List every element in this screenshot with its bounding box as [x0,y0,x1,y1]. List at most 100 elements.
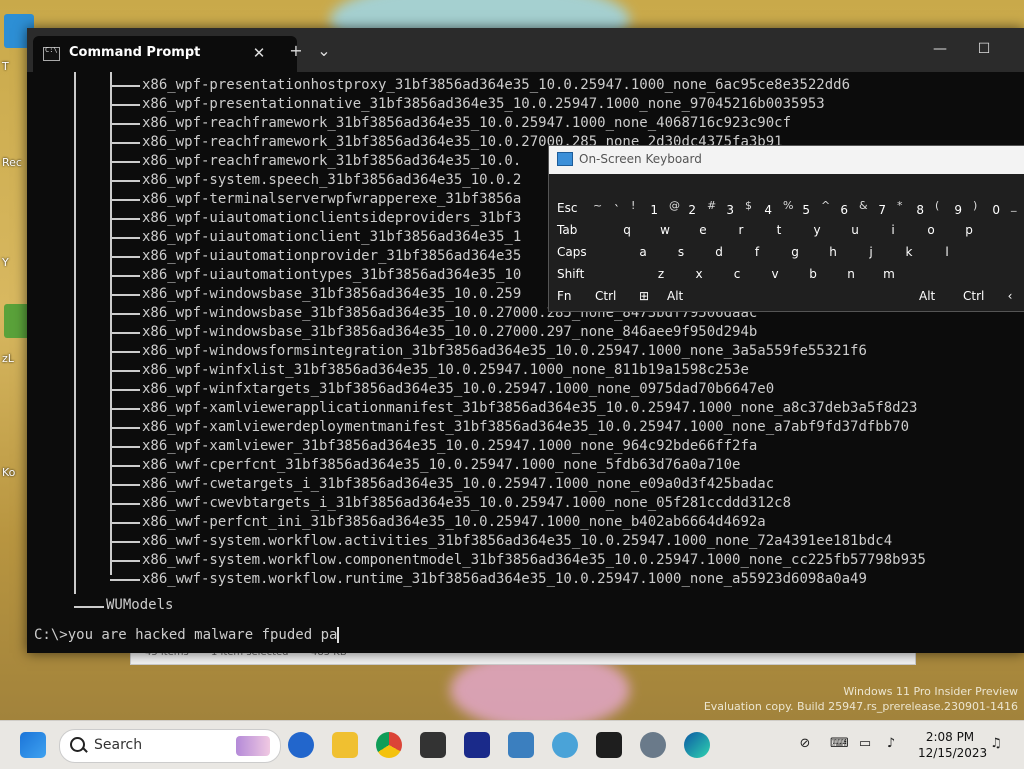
minimize-button[interactable]: — [917,32,963,66]
tree-branch [110,484,140,486]
key[interactable]: s [663,242,699,262]
notification-bell-icon[interactable]: ♫ [987,736,1005,752]
key[interactable]: (9 [931,198,967,218]
tree-entry: x86_wpf-winfxtargets_31bf3856ad364e35_10… [142,381,775,397]
key[interactable]: p [951,220,987,240]
key[interactable]: a [625,242,661,262]
tree-branch [110,218,140,220]
key[interactable]: @2 [665,198,701,218]
tree-entry: x86_wwf-system.workflow.runtime_31bf3856… [142,571,867,587]
tab-dropdown-button[interactable]: ⌄ [311,38,337,64]
key-shift[interactable]: Shift [551,264,643,284]
key[interactable]: e [685,220,721,240]
key-main-label: 0 [992,203,1000,217]
windows-key-icon[interactable]: ⊞ [633,286,655,306]
network-off-icon[interactable]: ⊘ [796,736,814,752]
volume-icon[interactable]: ♪ [882,736,900,752]
tab-command-prompt[interactable]: Command Prompt ✕ [33,36,297,72]
tree-branch [110,199,140,201]
key[interactable]: c [719,264,755,284]
key[interactable]: z [643,264,679,284]
key[interactable]: $4 [741,198,777,218]
key[interactable]: h [815,242,851,262]
key-main-label: 4 [764,203,772,217]
key[interactable]: * 8 [893,198,929,218]
new-tab-button[interactable]: + [283,38,309,64]
key-shift-label: ^ [821,199,831,212]
tree-branch [110,522,140,524]
edge-icon[interactable] [684,732,710,758]
tree-entry: x86_wwf-cperfcnt_31bf3856ad364e35_10.0.2… [142,457,741,473]
network-icon[interactable]: ▭ [856,736,874,752]
start-icon[interactable] [20,732,46,758]
clock[interactable]: 2:08 PM 12/15/2023 [918,729,987,761]
key[interactable]: d [701,242,737,262]
key[interactable]: k [891,242,927,262]
settings-icon[interactable] [640,732,666,758]
key[interactable]: j [853,242,889,262]
key-shift-label: * [897,199,903,212]
app-icon[interactable] [464,732,490,758]
shield-app-icon[interactable] [420,732,446,758]
chrome-icon[interactable] [376,732,402,758]
key[interactable]: n [833,264,869,284]
key[interactable]: #3 [703,198,739,218]
key-main-label: 1 [650,203,658,217]
key[interactable]: o [913,220,949,240]
key[interactable]: v [757,264,793,284]
key-ctrl[interactable]: Ctrl [589,286,635,306]
file-explorer-icon[interactable] [332,732,358,758]
key[interactable]: r [723,220,759,240]
key-ctrl[interactable]: Ctrl [957,286,1003,306]
key[interactable]: t [761,220,797,240]
tree-line [74,72,76,594]
key-caps[interactable]: Caps [551,242,623,262]
key[interactable]: y [799,220,835,240]
prompt-text: C:\> [34,627,68,643]
tree-entry: x86_wwf-system.workflow.activities_31bf3… [142,533,893,549]
osk-title-bar[interactable]: On-Screen Keyboard [549,146,1024,174]
key[interactable]: % 5 [779,198,815,218]
key[interactable]: ^ 6 [817,198,853,218]
key[interactable]: ) 0 [969,198,1005,218]
key[interactable]: i [875,220,911,240]
key[interactable]: _- [1007,198,1024,218]
taskbar: Search ⊘ ⌨ ▭ ♪ 2:08 PM 12/15/2023 ♫ [0,720,1024,769]
key[interactable]: u [837,220,873,240]
key[interactable]: & 7 [855,198,891,218]
key-shift-label: ( [935,199,940,212]
on-screen-keyboard[interactable]: On-Screen Keyboard Esc ~ `! 1 @2 #3 $4% 5 ^ 6 & 7 * 8… [548,145,1024,312]
key[interactable]: g [777,242,813,262]
keyboard-tray-icon[interactable]: ⌨ [830,736,849,752]
tree-branch [110,123,140,125]
key[interactable]: q [609,220,645,240]
close-tab-button[interactable]: ✕ [247,41,271,65]
search-box[interactable]: Search [59,729,281,763]
globe-app-icon[interactable] [552,732,578,758]
maximize-button[interactable]: ☐ [961,32,1007,66]
arrow-left-icon[interactable]: ‹ [999,286,1021,306]
tree-branch [110,503,140,505]
terminal-icon[interactable] [596,732,622,758]
key[interactable]: m [871,264,907,284]
key-alt[interactable]: Alt [661,286,707,306]
keyboard-icon [557,152,573,166]
key-shift-label: ! [631,199,636,212]
key-esc[interactable]: Esc [551,198,591,218]
key-alt[interactable]: Alt [913,286,959,306]
command-prompt-window[interactable]: Command Prompt ✕ + ⌄ — ☐ x86_wpf-present… [27,28,1024,653]
key[interactable]: w [647,220,683,240]
key[interactable]: x [681,264,717,284]
key-tab[interactable]: Tab [551,220,609,240]
monitor-app-icon[interactable] [508,732,534,758]
key[interactable]: l [929,242,965,262]
key[interactable]: ~ ` [589,198,625,218]
key[interactable]: f [739,242,775,262]
edge-beta-icon[interactable] [288,732,314,758]
command-line[interactable]: C:\>you are hacked malware fpuded pa [34,626,340,645]
tree-branch [110,332,140,334]
key[interactable]: ! 1 [627,198,663,218]
key[interactable]: b [795,264,831,284]
title-bar[interactable]: Command Prompt ✕ + ⌄ — ☐ [27,28,1024,72]
key-fn[interactable]: Fn [551,286,591,306]
